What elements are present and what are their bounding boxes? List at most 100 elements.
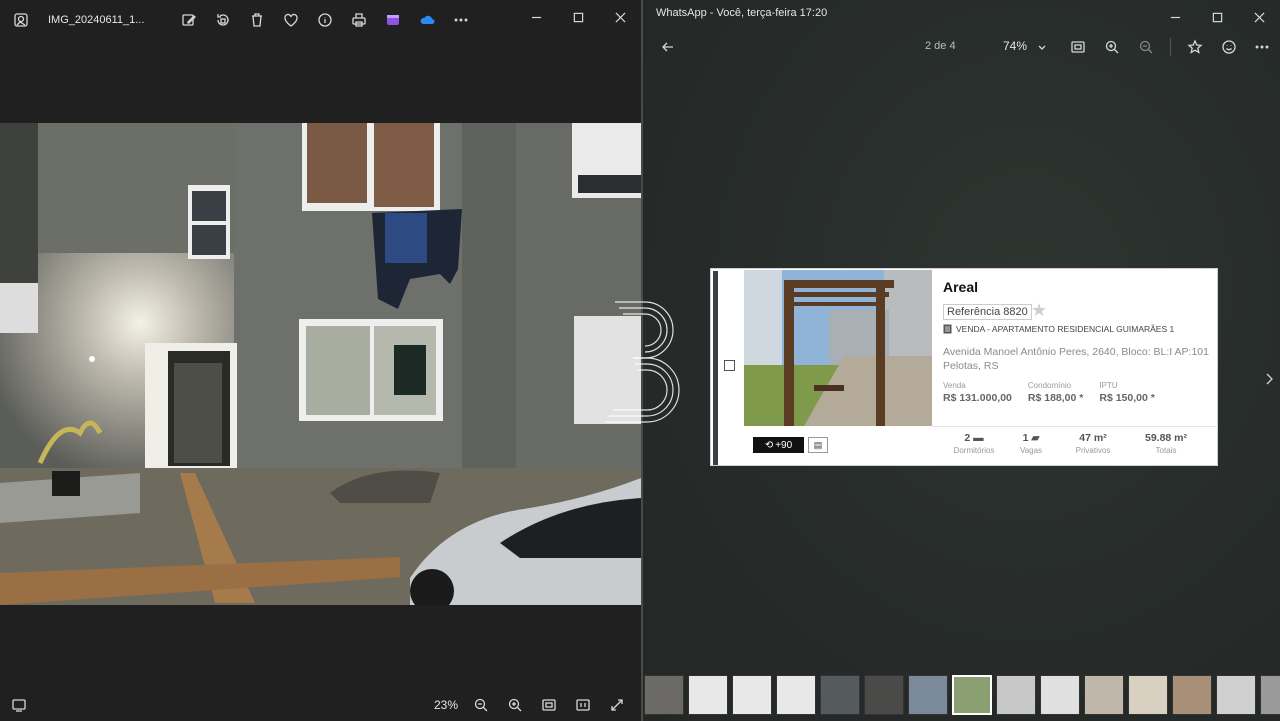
feature-total-area: 59.88 m² Totais bbox=[1137, 432, 1195, 455]
feature-label: Vagas bbox=[1019, 446, 1043, 455]
onedrive-icon[interactable] bbox=[410, 3, 444, 37]
toolbar-separator bbox=[1170, 38, 1171, 56]
thumbnail[interactable] bbox=[1084, 675, 1124, 715]
thumbnail[interactable] bbox=[732, 675, 772, 715]
card-accent-bar bbox=[713, 271, 718, 465]
thumbnail-strip bbox=[643, 675, 1280, 717]
price-label: IPTU bbox=[1099, 381, 1118, 390]
fullscreen-icon[interactable] bbox=[600, 688, 634, 721]
document-icon bbox=[943, 324, 952, 334]
thumbnail[interactable] bbox=[1172, 675, 1212, 715]
zoom-in-icon[interactable] bbox=[498, 688, 532, 721]
listing-type: VENDA - APARTAMENTO RESIDENCIAL GUIMARÃE… bbox=[943, 324, 1174, 334]
calendar-icon: ▤ bbox=[808, 437, 828, 453]
history-badge-count: +90 bbox=[775, 439, 793, 451]
thumbnail[interactable] bbox=[1128, 675, 1168, 715]
listing-card: Areal Referência 8820 ★ VENDA - APARTAME… bbox=[710, 268, 1218, 466]
window-title: WhatsApp - Você, terça-feira 17:20 bbox=[656, 7, 828, 19]
listing-type-text: VENDA - APARTAMENTO RESIDENCIAL GUIMARÃE… bbox=[956, 324, 1175, 334]
price-label: Condomínio bbox=[1027, 381, 1072, 390]
edit-icon[interactable] bbox=[172, 3, 206, 37]
thumbnail[interactable] bbox=[688, 675, 728, 715]
feature-private-area: 47 m² Privativos bbox=[1069, 432, 1117, 455]
file-name: IMG_20240611_1... bbox=[48, 14, 145, 26]
zoom-level: 74% bbox=[1003, 39, 1028, 53]
watermark-logo bbox=[605, 301, 680, 423]
thumbnail[interactable] bbox=[952, 675, 992, 715]
star-icon[interactable] bbox=[1178, 30, 1212, 64]
photos-app-icon bbox=[4, 3, 38, 37]
feature-value: 2 bbox=[964, 432, 971, 444]
thumbnail[interactable] bbox=[1216, 675, 1256, 715]
whatsapp-viewer-window: WhatsApp - Você, terça-feira 17:20 2 de … bbox=[643, 0, 1280, 721]
emoji-react-icon[interactable] bbox=[1212, 30, 1246, 64]
bed-icon: ▬ bbox=[973, 432, 984, 444]
thumbnail[interactable] bbox=[908, 675, 948, 715]
building-photo bbox=[0, 123, 641, 605]
address-line-1: Avenida Manoel Antônio Peres, 2640, Bloc… bbox=[943, 346, 1209, 358]
minimize-button[interactable] bbox=[1154, 0, 1196, 34]
fit-to-window-icon[interactable] bbox=[1061, 30, 1095, 64]
delete-icon[interactable] bbox=[240, 3, 274, 37]
listing-photo bbox=[744, 270, 932, 426]
price-value: R$ 150,00 * bbox=[1099, 392, 1155, 404]
price-value: R$ 131.000,00 bbox=[943, 392, 1012, 404]
thumbnail[interactable] bbox=[820, 675, 860, 715]
thumbnail[interactable] bbox=[996, 675, 1036, 715]
thumbnail[interactable] bbox=[776, 675, 816, 715]
print-icon[interactable] bbox=[342, 3, 376, 37]
thumbnail[interactable] bbox=[644, 675, 684, 715]
feature-label: Dormitórios bbox=[953, 446, 995, 455]
feature-parking: 1 ▰ Vagas bbox=[1011, 432, 1051, 455]
viewer-toolbar: 2 de 4 74% bbox=[643, 30, 1280, 64]
price-value: R$ 188,00 * bbox=[1027, 392, 1084, 404]
feature-label: Totais bbox=[1155, 446, 1177, 455]
zoom-in-icon[interactable] bbox=[1095, 30, 1129, 64]
price-condo: Condomínio R$ 188,00 * bbox=[1028, 381, 1083, 404]
favorite-icon[interactable] bbox=[274, 3, 308, 37]
select-checkbox[interactable] bbox=[724, 360, 735, 371]
clipchamp-icon[interactable] bbox=[376, 3, 410, 37]
history-badge: ⟲ +90 bbox=[753, 437, 804, 453]
photos-titlebar: IMG_20240611_1... bbox=[0, 0, 641, 40]
history-icon: ⟲ bbox=[764, 439, 774, 451]
feature-value: 59.88 m² bbox=[1144, 432, 1188, 444]
zoom-out-icon[interactable] bbox=[464, 688, 498, 721]
photos-bottom-bar: 23% bbox=[0, 688, 641, 721]
price-iptu: IPTU R$ 150,00 * bbox=[1099, 381, 1154, 404]
listing-reference: Referência 8820 bbox=[943, 304, 1032, 320]
thumbnail[interactable] bbox=[1040, 675, 1080, 715]
listing-title: Areal bbox=[943, 279, 979, 295]
feature-value: 47 m² bbox=[1079, 432, 1107, 444]
zoom-level: 23% bbox=[434, 697, 459, 712]
next-image-arrow[interactable] bbox=[1252, 362, 1280, 396]
maximize-button[interactable] bbox=[1196, 0, 1238, 34]
thumbnail[interactable] bbox=[1260, 675, 1280, 715]
feature-value: 1 bbox=[1022, 432, 1029, 444]
car-icon: ▰ bbox=[1031, 432, 1040, 444]
fit-to-window-icon[interactable] bbox=[532, 688, 566, 721]
card-separator bbox=[932, 426, 1218, 427]
minimize-button[interactable] bbox=[515, 0, 557, 34]
maximize-button[interactable] bbox=[557, 0, 599, 34]
zoom-out-icon[interactable] bbox=[1129, 30, 1163, 64]
back-arrow-icon[interactable] bbox=[651, 30, 685, 64]
price-label: Venda bbox=[943, 381, 966, 390]
page-indicator: 2 de 4 bbox=[925, 40, 956, 52]
chevron-down-icon[interactable] bbox=[1025, 30, 1059, 64]
feature-label: Privativos bbox=[1075, 446, 1111, 455]
favorite-star-icon: ★ bbox=[1031, 300, 1048, 320]
address-line-2: Pelotas, RS bbox=[943, 360, 999, 372]
more-icon[interactable] bbox=[444, 3, 478, 37]
rotate-icon[interactable] bbox=[206, 3, 240, 37]
thumbnail[interactable] bbox=[864, 675, 904, 715]
actual-size-icon[interactable] bbox=[566, 688, 600, 721]
price-sale: Venda R$ 131.000,00 bbox=[943, 381, 1012, 404]
close-button[interactable] bbox=[599, 0, 641, 34]
feature-bedrooms: 2 ▬ Dormitórios bbox=[949, 432, 999, 455]
listing-address: Avenida Manoel Antônio Peres, 2640, Bloc… bbox=[943, 345, 1218, 373]
filmstrip-icon[interactable] bbox=[2, 688, 36, 721]
close-button[interactable] bbox=[1238, 0, 1280, 34]
more-icon[interactable] bbox=[1245, 30, 1279, 64]
info-icon[interactable] bbox=[308, 3, 342, 37]
